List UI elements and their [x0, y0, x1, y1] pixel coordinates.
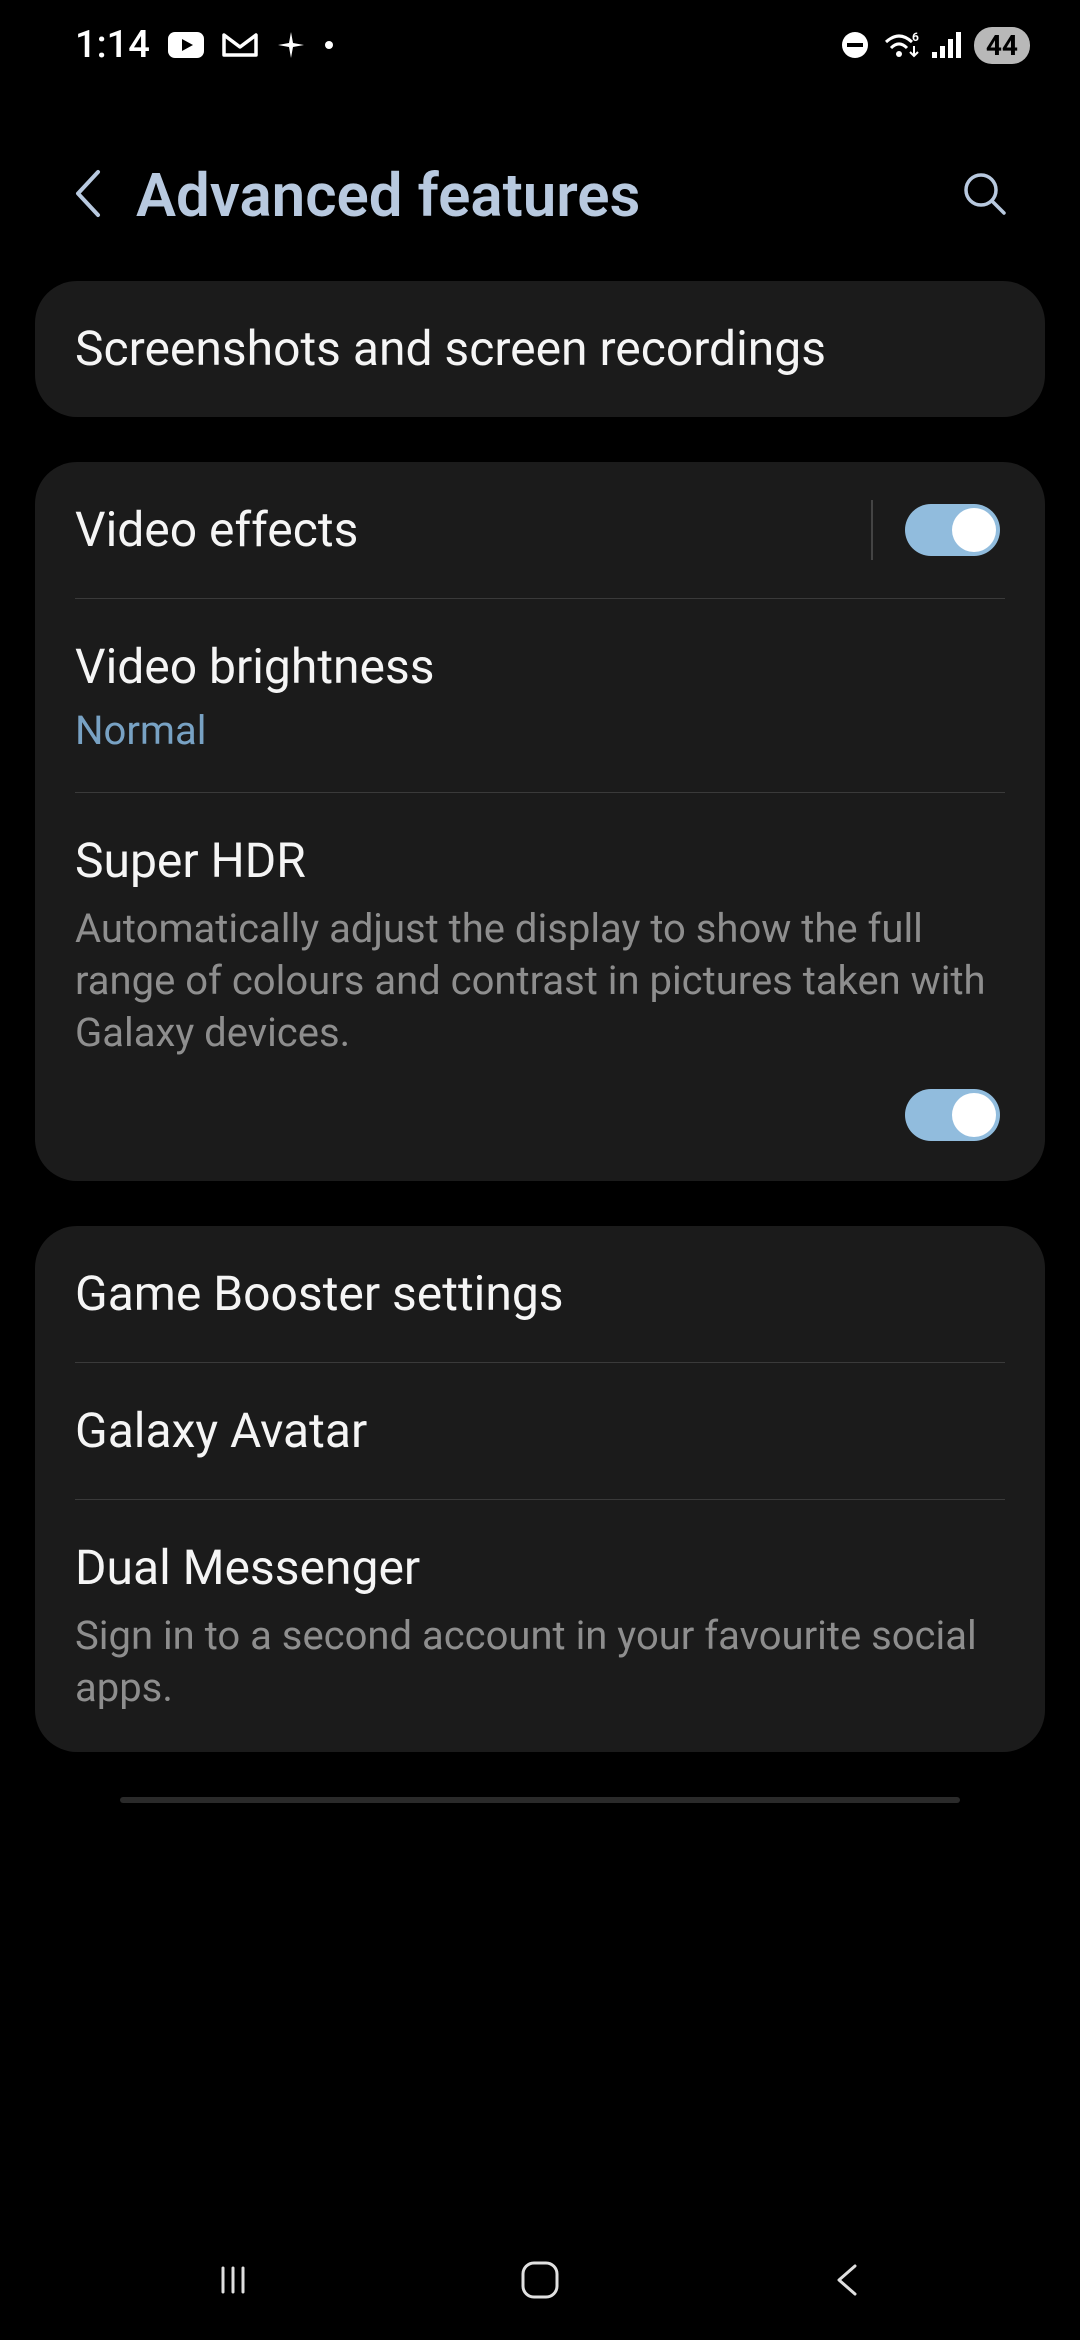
video-effects-item[interactable]: Video effects: [35, 462, 1045, 598]
scroll-indicator: [120, 1797, 960, 1803]
dual-messenger-item[interactable]: Dual Messenger Sign in to a second accou…: [35, 1500, 1045, 1752]
page-title: Advanced features: [136, 160, 930, 231]
signal-icon: [932, 32, 962, 58]
back-nav-button[interactable]: [817, 2250, 877, 2310]
super-hdr-toggle-row: [35, 1059, 1045, 1181]
screenshots-item[interactable]: Screenshots and screen recordings: [35, 281, 1045, 417]
super-hdr-toggle[interactable]: [905, 1089, 1000, 1141]
video-brightness-item[interactable]: Video brightness Normal: [35, 599, 1045, 792]
youtube-icon: [168, 32, 204, 58]
sparkle-icon: [276, 30, 306, 60]
video-effects-title: Video effects: [75, 500, 871, 560]
settings-card-video: Video effects Video brightness Normal Su…: [35, 462, 1045, 1181]
video-brightness-value: Normal: [75, 707, 1005, 754]
super-hdr-title: Super HDR: [75, 831, 1000, 891]
video-brightness-title: Video brightness: [75, 637, 1005, 697]
super-hdr-item[interactable]: Super HDR Automatically adjust the displ…: [35, 793, 1045, 1059]
svg-text:6: 6: [912, 30, 919, 44]
game-booster-item[interactable]: Game Booster settings: [35, 1226, 1045, 1362]
home-button[interactable]: [510, 2250, 570, 2310]
status-bar: 1:14 6 44: [0, 0, 1080, 80]
super-hdr-description: Automatically adjust the display to show…: [75, 903, 1000, 1059]
screenshots-title: Screenshots and screen recordings: [75, 319, 1005, 379]
status-right: 6 44: [840, 27, 1030, 64]
status-time: 1:14: [75, 23, 150, 67]
status-left: 1:14: [75, 23, 334, 67]
settings-card-features: Game Booster settings Galaxy Avatar Dual…: [35, 1226, 1045, 1752]
dot-icon: [324, 40, 334, 50]
gmail-icon: [222, 31, 258, 59]
dnd-icon: [840, 30, 870, 60]
toggle-divider: [871, 500, 873, 560]
wifi-icon: 6: [882, 30, 920, 60]
game-booster-title: Game Booster settings: [75, 1264, 1005, 1324]
settings-card-screenshots: Screenshots and screen recordings: [35, 281, 1045, 417]
recents-button[interactable]: [203, 2250, 263, 2310]
navigation-bar: [0, 2220, 1080, 2340]
battery-indicator: 44: [974, 27, 1030, 64]
dual-messenger-title: Dual Messenger: [75, 1538, 1005, 1598]
header: Advanced features: [0, 80, 1080, 281]
galaxy-avatar-item[interactable]: Galaxy Avatar: [35, 1363, 1045, 1499]
search-button[interactable]: [960, 169, 1010, 223]
dual-messenger-description: Sign in to a second account in your favo…: [75, 1610, 1005, 1714]
galaxy-avatar-title: Galaxy Avatar: [75, 1401, 1005, 1461]
video-effects-toggle[interactable]: [905, 504, 1000, 556]
back-button[interactable]: [70, 166, 106, 225]
